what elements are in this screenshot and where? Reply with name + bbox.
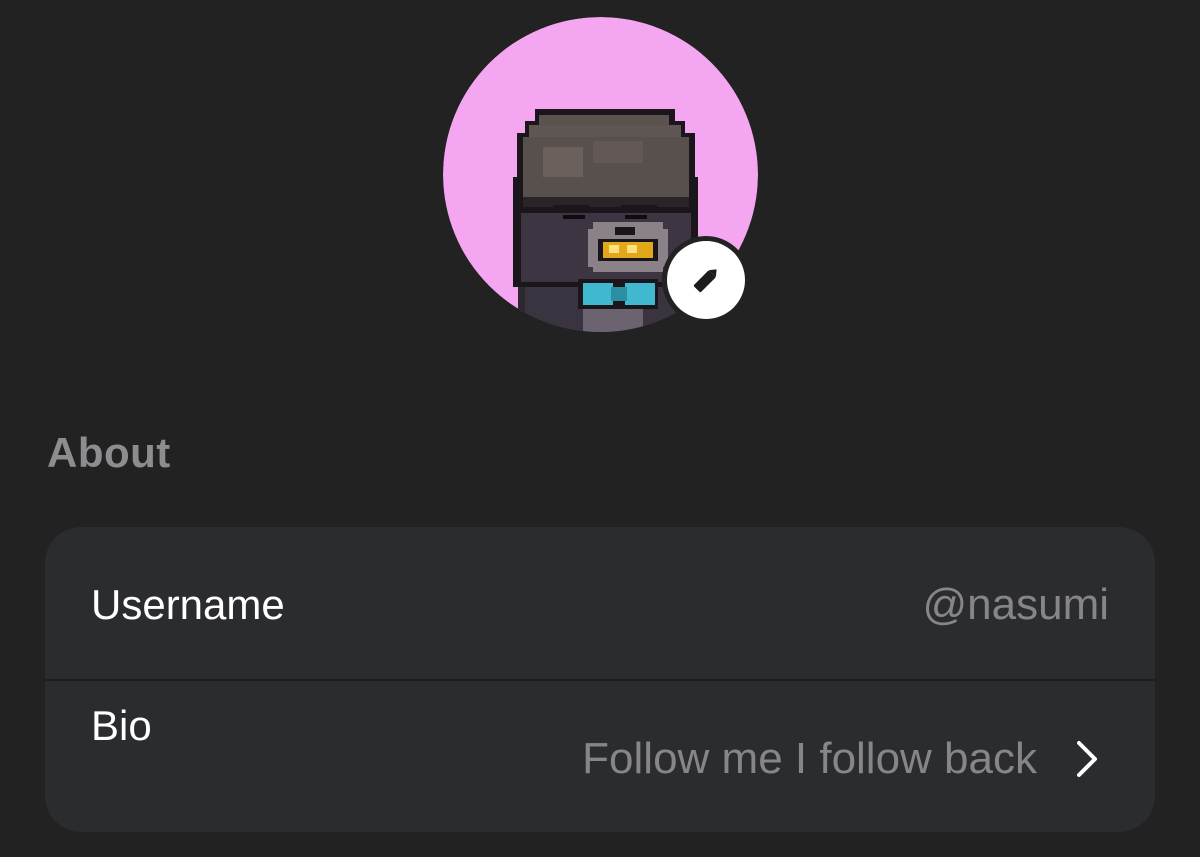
avatar-container bbox=[443, 17, 758, 332]
bio-value: Follow me I follow back bbox=[582, 734, 1037, 783]
username-row[interactable]: Username @nasumi bbox=[45, 527, 1155, 679]
about-section-title: About bbox=[47, 429, 171, 476]
edit-avatar-badge bbox=[667, 241, 745, 319]
bio-row[interactable]: Bio Follow me I follow back bbox=[45, 680, 1155, 832]
bio-label: Bio bbox=[91, 702, 152, 749]
about-card: Username @nasumi Bio Follow me I follow … bbox=[45, 527, 1155, 832]
profile-screen: About Username @nasumi Bio Follow me I f… bbox=[0, 0, 1200, 857]
chevron-right-icon bbox=[1077, 741, 1097, 777]
username-label: Username bbox=[91, 581, 285, 628]
username-value: @nasumi bbox=[922, 580, 1109, 629]
edit-avatar-button[interactable] bbox=[662, 236, 750, 324]
pencil-icon bbox=[693, 269, 717, 293]
